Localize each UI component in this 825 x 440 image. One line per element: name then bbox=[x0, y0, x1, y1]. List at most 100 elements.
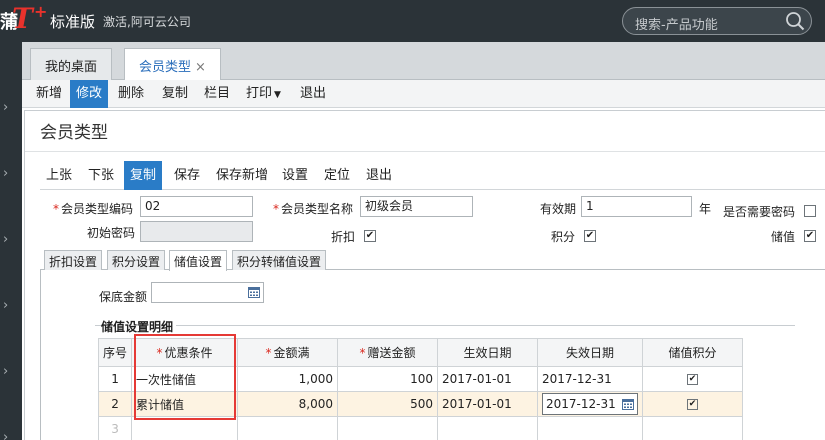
divider bbox=[25, 151, 825, 152]
tab-strip: 我的桌面 会员类型 × bbox=[22, 42, 825, 81]
exit-button[interactable]: 退出 bbox=[360, 161, 398, 190]
exit-button[interactable]: 退出 bbox=[294, 80, 332, 108]
new-button[interactable]: 新增 bbox=[30, 80, 68, 108]
amount-cell[interactable]: 1,000 bbox=[237, 366, 339, 392]
edit-button[interactable]: 修改 bbox=[70, 80, 109, 108]
col-header-start-date: 生效日期 bbox=[437, 338, 539, 367]
init-password-label: 初始密码 bbox=[87, 226, 136, 240]
chevron-right-icon[interactable]: › bbox=[3, 166, 8, 181]
table-row[interactable]: 1 一次性储值 1,000 100 2017-01-01 2017-12-31 … bbox=[97, 366, 744, 392]
col-header-index: 序号 bbox=[97, 338, 133, 367]
bonus-cell[interactable] bbox=[337, 416, 439, 440]
next-button[interactable]: 下张 bbox=[82, 161, 120, 190]
amount-cell[interactable]: 8,000 bbox=[237, 391, 339, 417]
row-index: 1 bbox=[97, 366, 133, 392]
prev-button[interactable]: 上张 bbox=[40, 161, 78, 190]
row-index: 2 bbox=[97, 391, 133, 417]
row-index: 3 bbox=[97, 416, 133, 440]
need-password-checkbox[interactable] bbox=[804, 205, 816, 217]
col-header-points: 储值积分 bbox=[642, 338, 744, 367]
chevron-right-icon[interactable]: › bbox=[3, 100, 8, 115]
bonus-cell[interactable]: 500 bbox=[337, 391, 439, 417]
code-field[interactable]: 02 bbox=[140, 196, 253, 217]
points-checkbox[interactable]: ✔ bbox=[687, 399, 699, 410]
calendar-icon[interactable] bbox=[248, 286, 260, 298]
chevron-right-icon[interactable]: › bbox=[3, 298, 8, 313]
points-cell[interactable] bbox=[642, 416, 744, 440]
validity-field[interactable]: 1 bbox=[581, 196, 692, 217]
condition-cell[interactable]: 累计储值 bbox=[131, 391, 239, 417]
app-logo: T bbox=[12, 2, 33, 35]
bonus-cell[interactable]: 100 bbox=[337, 366, 439, 392]
name-field[interactable]: 初级会员 bbox=[360, 196, 473, 217]
start-date-cell[interactable] bbox=[437, 416, 539, 440]
points-checkbox[interactable]: ✔ bbox=[687, 374, 699, 385]
end-date-cell[interactable] bbox=[537, 416, 644, 440]
tab-label: 会员类型 bbox=[139, 60, 192, 75]
need-password-label: 是否需要密码 bbox=[723, 205, 796, 219]
condition-cell[interactable]: 一次性储值 bbox=[131, 366, 239, 392]
chevron-right-icon[interactable]: › bbox=[3, 364, 8, 379]
locate-button[interactable]: 定位 bbox=[318, 161, 356, 190]
table-row[interactable]: 3 bbox=[97, 416, 744, 440]
columns-button[interactable]: 栏目 bbox=[198, 80, 236, 108]
discount-label: 折扣 bbox=[331, 230, 356, 244]
discount-checkbox[interactable]: ✔ bbox=[364, 230, 376, 242]
company-label[interactable]: 激活,阿可云公司 bbox=[103, 13, 191, 30]
left-nav-rail: › › › › › › bbox=[0, 42, 22, 440]
init-password-field[interactable] bbox=[140, 221, 253, 242]
edition-label: 标准版 bbox=[50, 13, 96, 31]
dialog-toolbar: 上张 下张 复制 保存 保存新增 设置 定位 退出 bbox=[40, 161, 825, 190]
top-header: 蒲 T + 标准版 激活,阿可云公司 搜索-产品功能 bbox=[0, 0, 825, 42]
close-icon[interactable]: × bbox=[195, 60, 206, 75]
tab-label: 我的桌面 bbox=[45, 60, 98, 75]
settings-button[interactable]: 设置 bbox=[276, 161, 314, 190]
print-button[interactable]: 打印 ▼ bbox=[240, 80, 287, 108]
stored-value-checkbox[interactable]: ✔ bbox=[804, 230, 816, 242]
col-header-condition: * 优惠条件 bbox=[131, 338, 239, 367]
table-row[interactable]: 2 累计储值 8,000 500 2017-01-01 2017-12-31 ✔ bbox=[97, 391, 744, 417]
copy-button[interactable]: 复制 bbox=[124, 161, 163, 190]
print-label: 打印 bbox=[246, 86, 273, 101]
delete-button[interactable]: 删除 bbox=[112, 80, 150, 108]
group-border bbox=[95, 325, 795, 326]
amount-cell[interactable] bbox=[237, 416, 339, 440]
tab-desktop[interactable]: 我的桌面 bbox=[30, 48, 113, 80]
min-amount-field[interactable] bbox=[151, 282, 264, 303]
copy-button[interactable]: 复制 bbox=[156, 80, 194, 108]
chevron-right-icon[interactable]: › bbox=[3, 232, 8, 247]
tab-member-type[interactable]: 会员类型 × bbox=[124, 48, 221, 81]
search-input[interactable]: 搜索-产品功能 bbox=[622, 7, 812, 35]
end-date-editor[interactable]: 2017-12-31 bbox=[542, 393, 639, 415]
name-label: * 会员类型名称 bbox=[273, 202, 354, 216]
points-label: 积分 bbox=[551, 230, 576, 244]
tab-points-to-stored-settings[interactable]: 积分转储值设置 bbox=[232, 250, 327, 270]
code-label: * 会员类型编码 bbox=[53, 202, 134, 216]
stored-value-detail-table: 序号 * 优惠条件 * 金额满 * 赠送金额 生效日期 失效日期 储值积分 1 一次性… bbox=[97, 338, 744, 440]
end-date-cell[interactable]: 2017-12-31 bbox=[537, 366, 644, 392]
search-icon[interactable] bbox=[785, 11, 805, 31]
save-button[interactable]: 保存 bbox=[168, 161, 206, 190]
save-new-button[interactable]: 保存新增 bbox=[210, 161, 274, 190]
chevron-right-icon[interactable]: › bbox=[3, 430, 8, 440]
search-placeholder: 搜索-产品功能 bbox=[635, 18, 718, 33]
condition-cell[interactable] bbox=[131, 416, 239, 440]
start-date-cell[interactable]: 2017-01-01 bbox=[437, 366, 539, 392]
calendar-icon[interactable] bbox=[622, 398, 635, 410]
main-toolbar: 新增 修改 删除 复制 栏目 打印 ▼ 退出 bbox=[22, 80, 825, 108]
end-date-value: 2017-12-31 bbox=[546, 397, 616, 411]
stored-value-label: 储值 bbox=[771, 230, 796, 244]
col-header-bonus: * 赠送金额 bbox=[337, 338, 439, 367]
points-cell[interactable]: ✔ bbox=[642, 366, 744, 392]
points-checkbox[interactable]: ✔ bbox=[584, 230, 596, 242]
points-cell[interactable]: ✔ bbox=[642, 391, 744, 417]
tab-points-settings[interactable]: 积分设置 bbox=[107, 250, 166, 270]
min-amount-label: 保底金额 bbox=[99, 290, 148, 304]
tab-discount-settings[interactable]: 折扣设置 bbox=[44, 250, 103, 270]
tab-stored-value-settings[interactable]: 储值设置 bbox=[169, 250, 228, 271]
validity-unit: 年 bbox=[699, 202, 712, 216]
dialog-title: 会员类型 bbox=[40, 123, 108, 143]
col-header-end-date: 失效日期 bbox=[537, 338, 644, 367]
end-date-cell[interactable]: 2017-12-31 bbox=[537, 391, 644, 417]
start-date-cell[interactable]: 2017-01-01 bbox=[437, 391, 539, 417]
